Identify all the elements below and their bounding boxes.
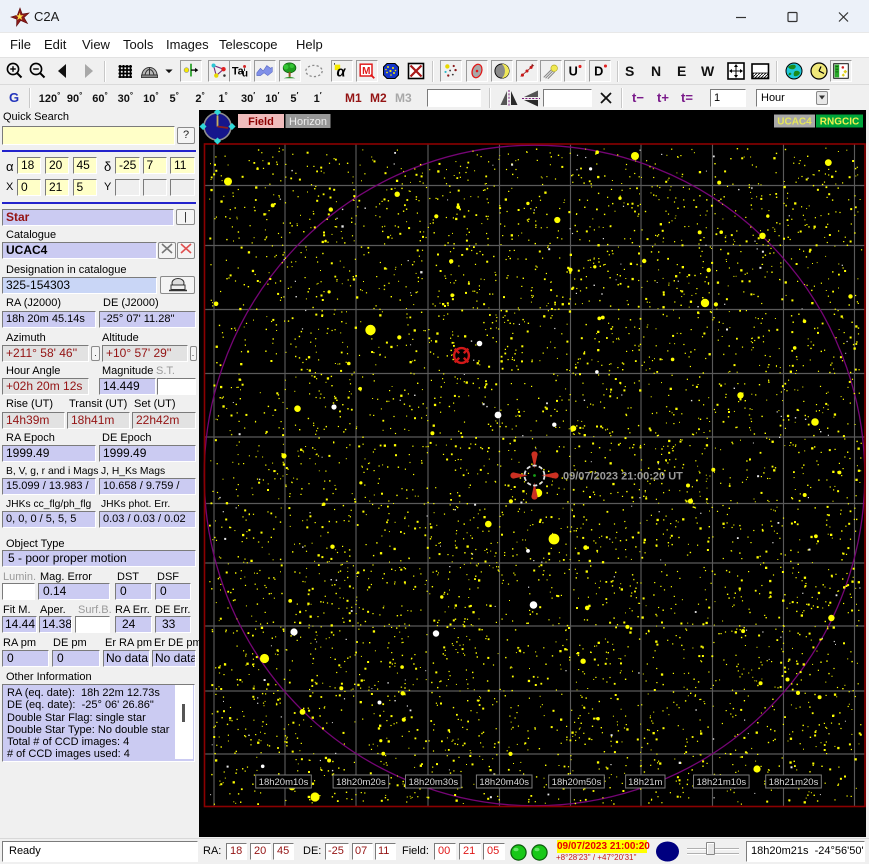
svg-text:18h21m: 18h21m bbox=[628, 777, 662, 788]
svg-text:18h20m30s: 18h20m30s bbox=[408, 777, 458, 788]
svg-text:18h20m50s: 18h20m50s bbox=[552, 777, 602, 788]
svg-text:18h20m20s: 18h20m20s bbox=[336, 777, 386, 788]
svg-text:Field: Field bbox=[248, 116, 274, 128]
svg-text:UCAC4: UCAC4 bbox=[777, 117, 812, 128]
svg-text:18h20m10s: 18h20m10s bbox=[259, 777, 309, 788]
svg-text:U: U bbox=[569, 64, 578, 79]
svg-text:D: D bbox=[594, 64, 603, 79]
svg-text:RNGCIC: RNGCIC bbox=[820, 117, 859, 128]
svg-text:α: α bbox=[337, 64, 347, 80]
svg-text:18h21m10s: 18h21m10s bbox=[696, 777, 746, 788]
svg-text:18h20m40s: 18h20m40s bbox=[479, 777, 529, 788]
svg-text:18h21m20s: 18h21m20s bbox=[769, 777, 819, 788]
svg-text:09/07/2023 21:00:20 UT: 09/07/2023 21:00:20 UT bbox=[563, 471, 683, 483]
svg-text:M: M bbox=[362, 66, 370, 77]
svg-text:Horizon: Horizon bbox=[289, 116, 327, 128]
